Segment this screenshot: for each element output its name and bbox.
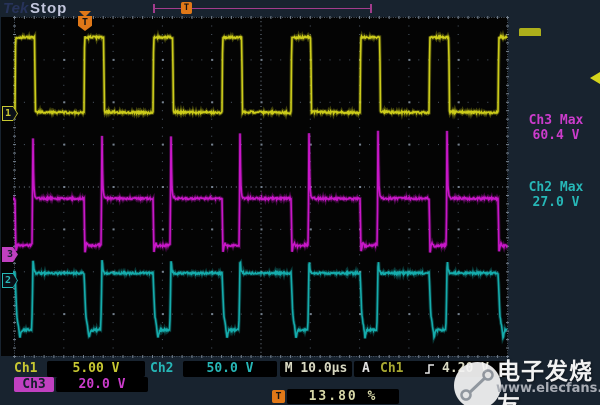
- record-view-right-bracket: [370, 4, 372, 13]
- record-trigger-marker-icon: T: [181, 2, 192, 14]
- ch1-ground-marker: 1: [2, 106, 18, 121]
- trigger-level-arrow-icon: [590, 72, 600, 84]
- ch3-max-label: Ch3 Max: [510, 113, 600, 128]
- trigger-mode: A: [362, 361, 370, 377]
- ch2-scale-readout: 50.0 V: [183, 361, 277, 377]
- trigger-source: Ch1: [380, 361, 403, 377]
- watermark-link-icon: [454, 362, 501, 405]
- ch2-label: Ch2: [150, 361, 173, 377]
- ch2-ground-marker: 2: [2, 273, 18, 288]
- rising-edge-icon: [424, 363, 436, 380]
- ch1-scale-readout: 5.00 V: [47, 361, 145, 377]
- ch2-marker-number: 2: [2, 273, 14, 288]
- tek-logo: Tek: [3, 0, 28, 17]
- ch3-marker-number: 3: [2, 247, 18, 262]
- ch3-max-measurement: Ch3 Max 60.4 V: [510, 113, 600, 143]
- ch3-ground-marker: 3: [2, 247, 18, 262]
- ch2-max-measurement: Ch2 Max 27.0 V: [510, 180, 600, 210]
- ch1-label: Ch1: [14, 361, 37, 377]
- ch2-max-label: Ch2 Max: [510, 180, 600, 195]
- watermark-brand-text: 电子发烧友: [497, 352, 600, 405]
- ch3-label-selected: Ch3: [14, 377, 54, 392]
- timebase-readout: M 10.0µs: [280, 361, 352, 377]
- record-view-left-bracket: [153, 4, 155, 13]
- watermark-logo-circle: [454, 362, 501, 405]
- trigger-position-readout: 13.80 %: [287, 389, 399, 404]
- ch1-marker-number: 1: [2, 106, 14, 121]
- watermark-url: www.elecfans.com: [496, 381, 600, 396]
- trigger-position-icon: T: [272, 390, 285, 403]
- ch3-max-value: 60.4 V: [510, 128, 600, 143]
- oscilloscope-screen: Tek Stop T T 1 3 2 Ch3 Max 60.4 V Ch2 Ma…: [0, 0, 600, 405]
- acquisition-status: Stop: [30, 0, 67, 17]
- offscreen-pulse-fragment: [519, 28, 541, 36]
- ch2-max-value: 27.0 V: [510, 195, 600, 210]
